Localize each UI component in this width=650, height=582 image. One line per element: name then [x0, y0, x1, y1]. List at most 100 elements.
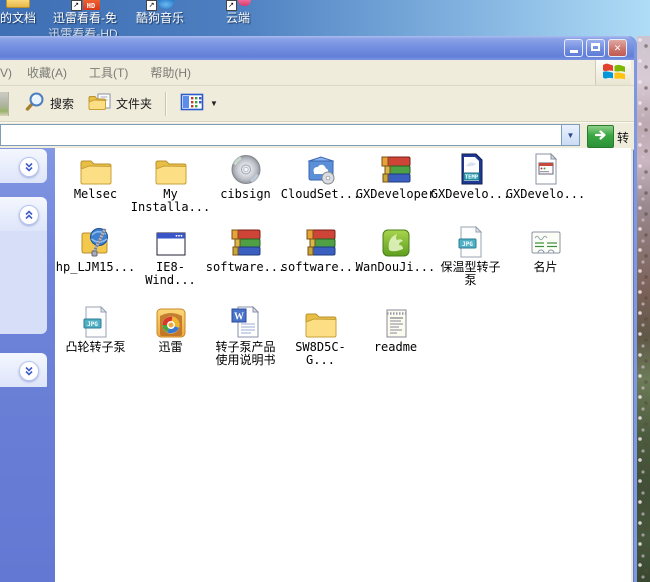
file-item[interactable]: 名片: [508, 222, 583, 287]
file-item[interactable]: My Installa...: [133, 149, 208, 214]
file-item[interactable]: W 转子泵产品 使用说明书: [208, 302, 283, 367]
file-label: 迅雷: [158, 341, 182, 354]
jpg-icon: JPG: [79, 302, 113, 339]
chevron-down-icon: ▼: [567, 131, 575, 140]
file-row-1: Melsec My Installa... cibsign CloudSet..…: [58, 149, 583, 214]
svg-text:JPG: JPG: [87, 321, 98, 328]
file-item[interactable]: JPG 保温型转子 泵: [433, 222, 508, 287]
svg-text:W: W: [234, 312, 244, 323]
close-button[interactable]: ✕: [608, 39, 627, 57]
file-row-2: hp_LJM15... IE8-Wind... software... soft…: [58, 222, 583, 287]
cloud-app-icon: [238, 0, 251, 6]
tool-bar: 搜索 文件夹: [0, 86, 634, 122]
rar-icon: [304, 222, 338, 259]
notepad-icon: [381, 302, 411, 339]
search-button-label: 搜索: [50, 95, 74, 112]
appwindow-icon: [154, 222, 188, 259]
menu-item-0[interactable]: 收藏(A): [16, 66, 78, 80]
shortcut-arrow-icon: ↗: [146, 0, 157, 11]
address-bar-row: ▼ 转到: [0, 122, 634, 150]
search-icon: [24, 91, 46, 116]
file-item[interactable]: cibsign: [208, 149, 283, 214]
file-item[interactable]: IE8-Wind...: [133, 222, 208, 287]
jpg-icon: JPG: [454, 222, 488, 259]
maximize-button[interactable]: [586, 39, 605, 57]
desktop-icon-xunlei-kankan[interactable]: ↗HD 迅雷看看-免迅雷看看-HD: [50, 0, 120, 25]
xunlei-kankan-hd-icon: HD: [83, 0, 100, 10]
address-dropdown-button[interactable]: ▼: [561, 125, 579, 145]
file-label: GXDevelo...: [431, 188, 510, 201]
task-pane-sidebar: [0, 148, 55, 582]
file-item[interactable]: GXDeveloper: [358, 149, 433, 214]
desktop-icon-label: 酷狗音乐: [128, 12, 192, 25]
menu-item-2[interactable]: 帮助(H): [139, 66, 202, 80]
address-input[interactable]: [3, 126, 559, 144]
svg-text:TEMP: TEMP: [464, 175, 478, 181]
zipapp-icon: [79, 222, 113, 259]
search-button[interactable]: 搜索: [17, 88, 81, 119]
address-combo: ▼: [0, 124, 580, 146]
chevron-down-button[interactable]: [19, 361, 39, 381]
screen: 的文档↗HD 迅雷看看-免迅雷看看-HD↗ 酷狗音乐↗ 云端 ✕ V) 收藏(A…: [0, 0, 650, 582]
file-item[interactable]: TEMP GXDevelo...: [433, 149, 508, 214]
shortcut-arrow-icon: ↗: [71, 0, 82, 11]
task-panel-2: [0, 197, 47, 334]
file-item[interactable]: SW8D5C-G...: [283, 302, 358, 367]
file-label: 保温型转子 泵: [440, 261, 500, 287]
task-panel-3: [0, 353, 47, 391]
folder-icon: [6, 0, 30, 8]
file-label: software...: [281, 261, 360, 274]
folder-icon: [304, 302, 338, 339]
chevron-up-button[interactable]: [19, 205, 39, 225]
file-item[interactable]: GXDevelo...: [508, 149, 583, 214]
wandoujia-icon: [380, 222, 412, 259]
file-item[interactable]: hp_LJM15...: [58, 222, 133, 287]
views-button[interactable]: ▼: [173, 89, 225, 118]
file-label: hp_LJM15...: [56, 261, 135, 274]
menu-items: 收藏(A)工具(T)帮助(H): [16, 64, 202, 81]
file-label: My Installa...: [131, 188, 210, 214]
desktop-icon-label: 云端: [206, 12, 270, 25]
file-label: 凸轮转子泵: [65, 341, 125, 354]
folders-button-label: 文件夹: [116, 95, 152, 112]
file-item[interactable]: WanDouJi...: [358, 222, 433, 287]
toolbar-separator: [165, 92, 167, 116]
chevron-down-button[interactable]: [19, 157, 39, 177]
menu-item-1[interactable]: 工具(T): [78, 66, 139, 80]
menu-item-partial[interactable]: V): [0, 66, 16, 80]
file-label: Melsec: [74, 188, 117, 201]
title-bar[interactable]: ✕: [0, 36, 634, 60]
windows-logo-pane: [595, 60, 631, 85]
kugou-icon: [158, 0, 174, 9]
desktop-icon-cloud-client[interactable]: ↗ 云端: [206, 0, 270, 25]
go-button[interactable]: [587, 125, 614, 148]
desktop-icon-row: 的文档↗HD 迅雷看看-免迅雷看看-HD↗ 酷狗音乐↗ 云端: [0, 0, 650, 40]
minimize-button[interactable]: [564, 39, 583, 57]
views-dropdown-caret-icon: ▼: [210, 99, 218, 108]
folders-button[interactable]: 文件夹: [81, 89, 159, 118]
file-item[interactable]: 迅雷: [133, 302, 208, 367]
file-label: WanDouJi...: [356, 261, 435, 274]
file-item[interactable]: Melsec: [58, 149, 133, 214]
file-item[interactable]: readme: [358, 302, 433, 367]
file-item[interactable]: software...: [283, 222, 358, 287]
file-label: GXDeveloper: [356, 188, 435, 201]
word-icon: W: [230, 302, 262, 339]
rar-icon: [229, 222, 263, 259]
file-item[interactable]: JPG 凸轮转子泵: [58, 302, 133, 367]
desktop-icon-my-documents[interactable]: 的文档: [0, 0, 50, 25]
file-row-3: JPG 凸轮转子泵 迅雷 W 转子泵产品 使用说明书 SW8D5C-G... r…: [58, 302, 433, 367]
file-label: SW8D5C-G...: [283, 341, 358, 367]
file-label: 转子泵产品 使用说明书: [215, 341, 275, 367]
file-item[interactable]: CloudSet...: [283, 149, 358, 214]
file-item[interactable]: software...: [208, 222, 283, 287]
task-panel-1: [0, 149, 47, 183]
clipped-toolbar-icon: [0, 92, 9, 116]
desktop-icon-kugou-music[interactable]: ↗ 酷狗音乐: [128, 0, 192, 25]
xunlei-folder-icon: [155, 302, 187, 339]
desktop-icon-label: 迅雷看看-免: [50, 12, 120, 25]
appdoc-icon: [529, 149, 563, 186]
explorer-window: ✕ V) 收藏(A)工具(T)帮助(H): [0, 36, 637, 582]
file-label: GXDevelo...: [506, 188, 585, 201]
windows-flag-icon: [602, 61, 626, 85]
